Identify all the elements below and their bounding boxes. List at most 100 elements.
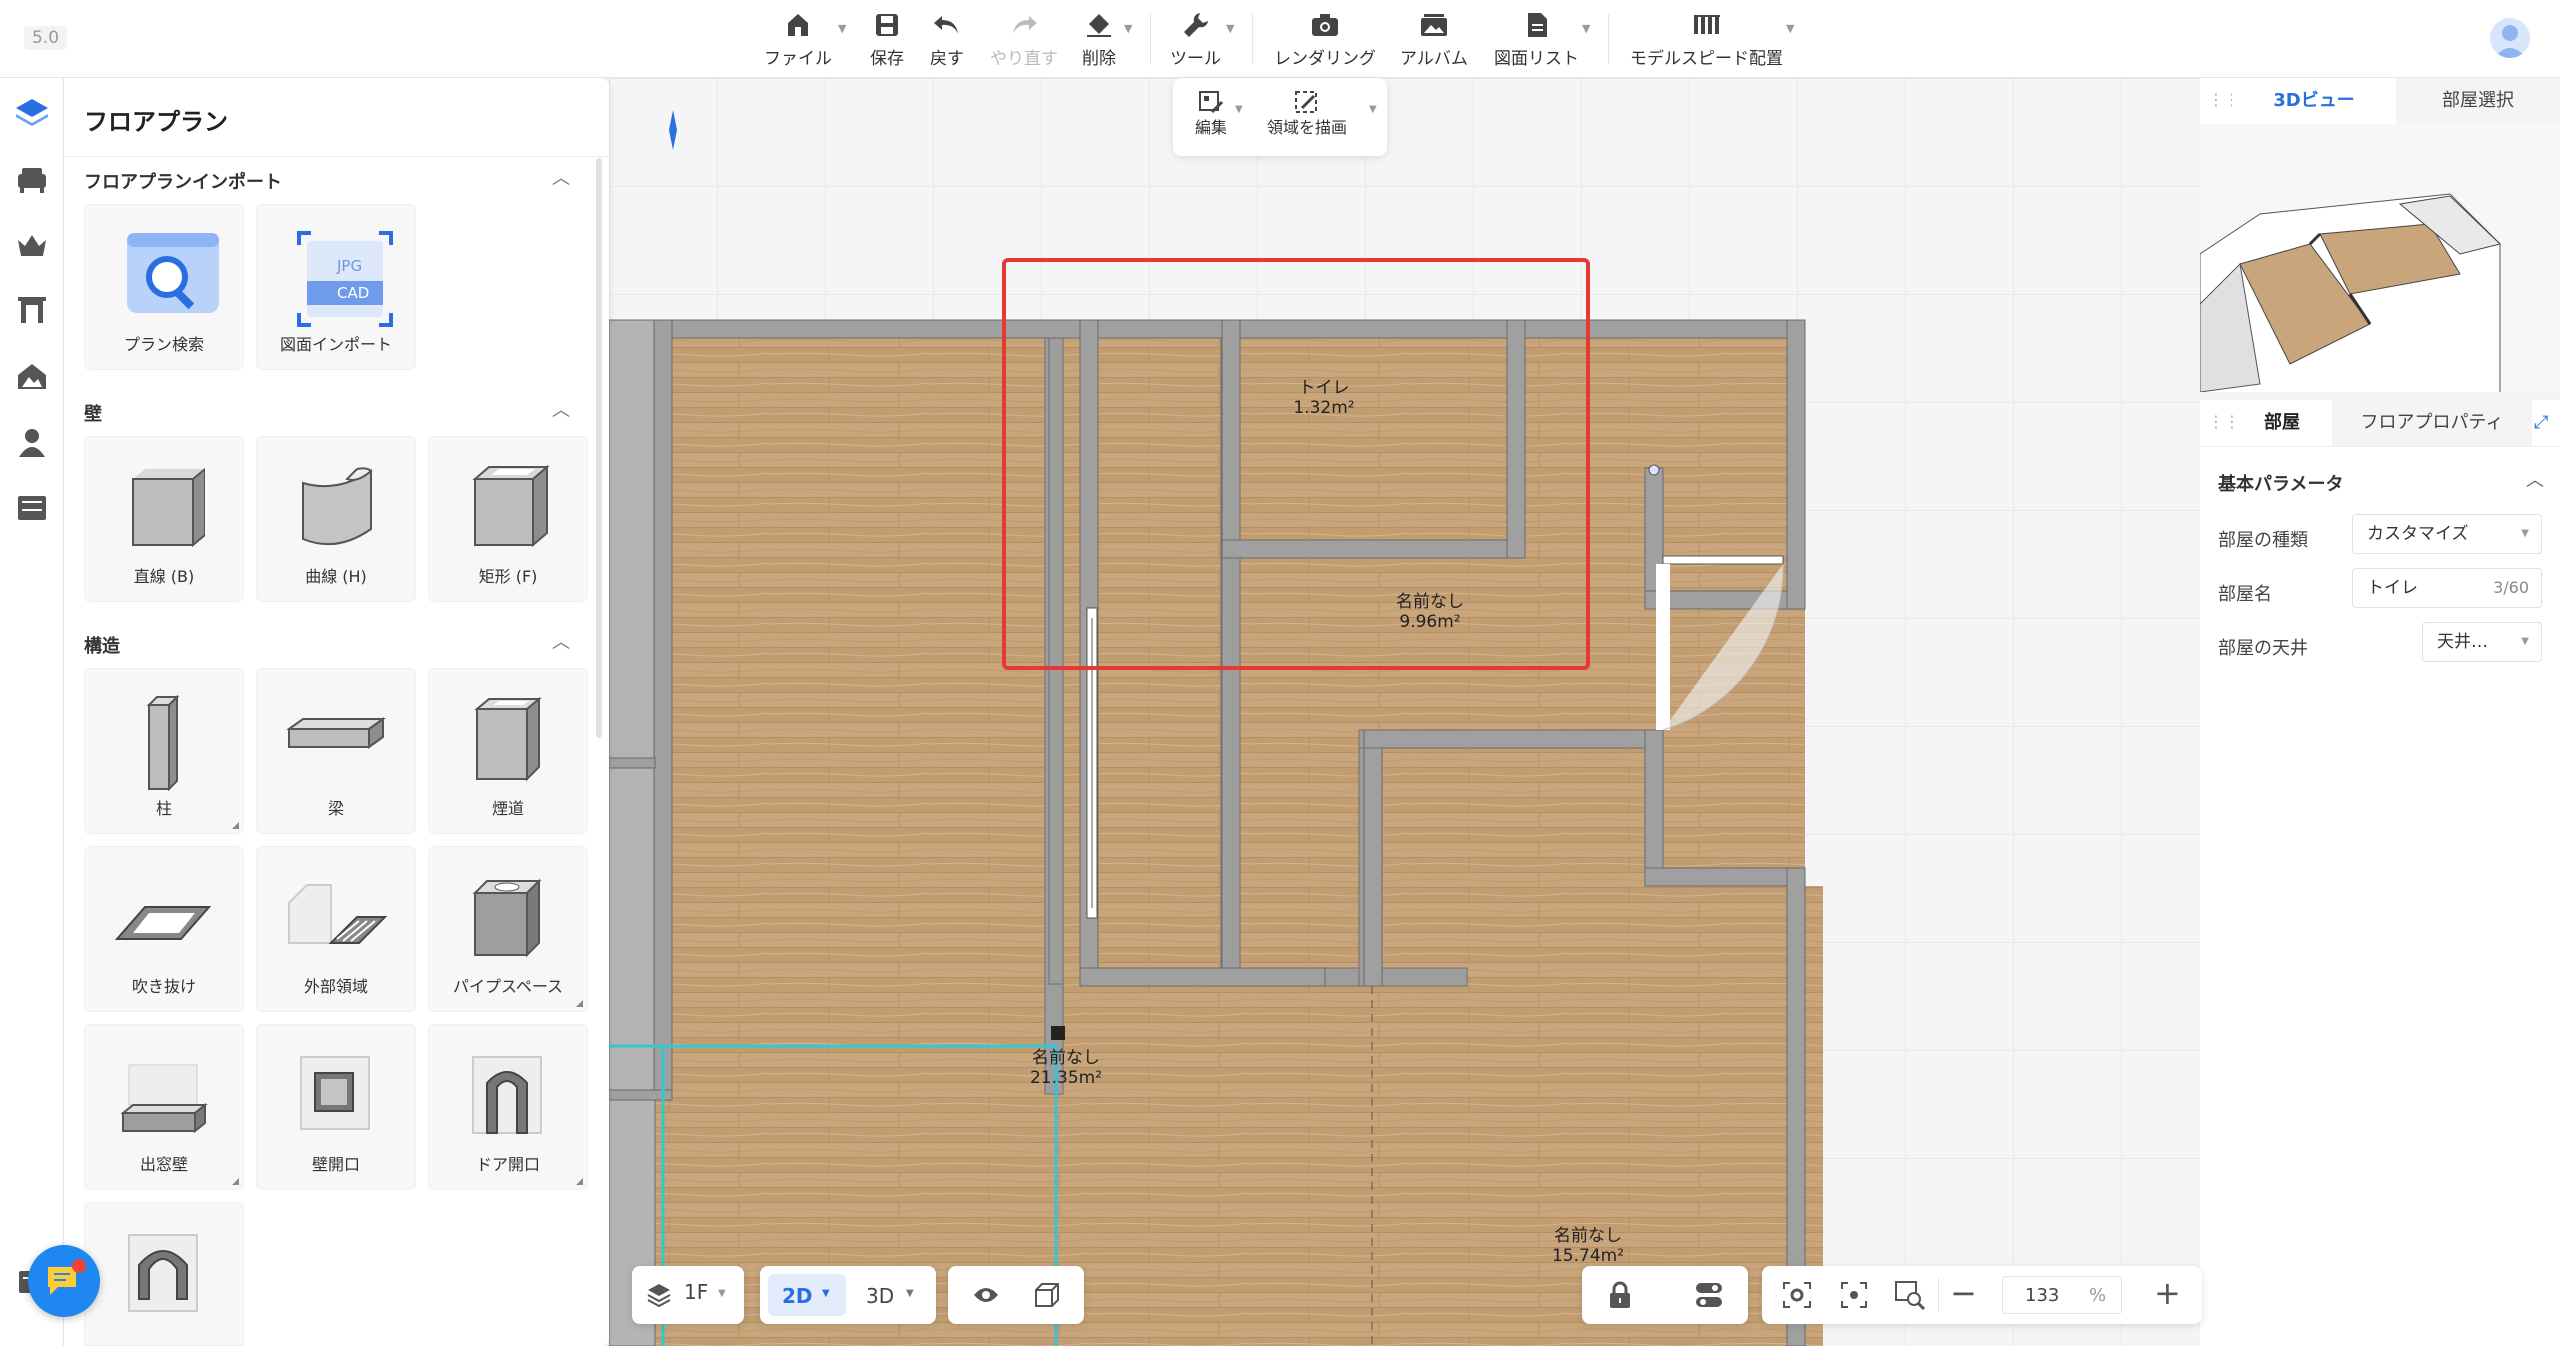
tools-button[interactable]: ツール — [1170, 10, 1221, 70]
cad-badge: CAD — [337, 284, 369, 302]
floorplan-canvas[interactable]: トイレ 1.32m² 名前なし 9.96m² 名前なし 21.35m² 名前なし 15.… — [609, 78, 2200, 1346]
tab-floor-properties[interactable]: フロアプロパティ — [2332, 400, 2532, 446]
drawing-import-card[interactable]: JPG CAD 図面インポート — [256, 204, 416, 370]
zoom-controls: − 133 % + — [1762, 1266, 2202, 1324]
mode-3d-button[interactable]: 3D ▼ — [852, 1274, 930, 1316]
wall-set — [609, 110, 1806, 1346]
wall-rectangle-card[interactable]: 矩形 (F) — [428, 436, 588, 602]
person-category-icon[interactable] — [14, 424, 50, 460]
left-category-rail — [0, 78, 64, 1346]
room-label-unnamed-2[interactable]: 名前なし 21.35m² — [991, 1048, 1141, 1088]
render-button[interactable]: レンダリング — [1274, 10, 1376, 70]
right-panel: ⋮⋮ 3Dビュー 部屋選択 ⋮⋮ 部屋 フロアプロパティ ⤢ 基本パラメータ ︿… — [2200, 78, 2560, 1346]
plan-search-icon — [127, 233, 219, 313]
display-controls — [948, 1266, 1084, 1324]
toggle-settings-icon[interactable] — [1694, 1281, 1724, 1309]
furniture-category-icon[interactable] — [14, 162, 50, 198]
room-name-input[interactable]: トイレ 3/60 — [2352, 568, 2542, 608]
divider — [2200, 446, 2560, 447]
zoom-input[interactable]: 133 % — [2002, 1276, 2122, 1314]
room-label-toilet[interactable]: トイレ 1.32m² — [1249, 378, 1399, 418]
file-button[interactable]: ファイル — [764, 10, 832, 70]
drawings-list-button[interactable]: 図面リスト — [1494, 10, 1579, 70]
wall-curved-card[interactable]: 曲線 (H) — [256, 436, 416, 602]
door-leaf[interactable] — [1662, 555, 1784, 565]
column-card[interactable]: 柱 — [84, 668, 244, 834]
draw-area-button[interactable]: 領域を描画 — [1267, 90, 1347, 138]
void-card[interactable]: 吹き抜け — [84, 846, 244, 1012]
chevron-down-icon[interactable]: ▼ — [1369, 104, 1377, 115]
chevron-down-icon[interactable]: ▼ — [1582, 22, 1590, 35]
chevron-down-icon[interactable]: ▼ — [1226, 22, 1234, 35]
model-speed-button[interactable]: モデルスピード配置 — [1630, 10, 1783, 70]
wall-opening-card[interactable]: 壁開口 — [256, 1024, 416, 1190]
chevron-up-icon[interactable]: ︿ — [552, 164, 570, 190]
chevron-up-icon[interactable]: ︿ — [552, 628, 570, 654]
album-button[interactable]: アルバム — [1400, 10, 1468, 70]
compass-icon[interactable] — [669, 110, 677, 150]
lock-icon[interactable] — [1608, 1281, 1632, 1309]
model-layout-icon — [1692, 10, 1722, 40]
view-mode-toggle: 2D ▼ 3D ▼ — [760, 1266, 936, 1324]
panel-title: フロアプラン — [84, 108, 228, 136]
beam-card[interactable]: 梁 — [256, 668, 416, 834]
chat-support-button[interactable] — [28, 1245, 100, 1317]
zoom-fit-icon[interactable] — [1894, 1280, 1926, 1310]
cabinet-category-icon[interactable] — [14, 490, 50, 526]
void-icon — [115, 906, 212, 940]
mode-2d-button[interactable]: 2D ▼ — [768, 1274, 846, 1316]
chevron-down-icon[interactable]: ▼ — [838, 22, 846, 35]
exterior-area-card[interactable]: 外部領域 — [256, 846, 416, 1012]
premium-crown-icon[interactable] — [14, 228, 50, 264]
zoom-out-button[interactable]: − — [1950, 1274, 1977, 1312]
room-ceiling-label: 部屋の天井 — [2218, 638, 2308, 659]
zoom-in-button[interactable]: + — [2154, 1274, 2181, 1312]
room-label-unnamed-1[interactable]: 名前なし 9.96m² — [1355, 592, 1505, 632]
more-options-indicator — [576, 1000, 583, 1007]
floor-selector[interactable]: 1F ▼ — [632, 1266, 744, 1324]
tab-room-select[interactable]: 部屋選択 — [2396, 78, 2560, 124]
expand-icon[interactable]: ⤢ — [2534, 412, 2548, 433]
tab-room[interactable]: 部屋 — [2232, 400, 2332, 446]
focus-icon[interactable] — [1840, 1281, 1868, 1309]
room-vertex-handle[interactable] — [1051, 1026, 1065, 1040]
version-badge: 5.0 — [24, 26, 68, 50]
chevron-down-icon[interactable]: ▼ — [1124, 22, 1132, 35]
fit-settings-icon[interactable] — [1782, 1281, 1812, 1309]
wall-handle[interactable] — [1648, 464, 1660, 476]
door-opening-card[interactable]: ドア開口 — [428, 1024, 588, 1190]
chevron-down-icon: ▼ — [2521, 528, 2529, 539]
undo-button[interactable]: 戻す — [930, 10, 964, 70]
chevron-up-icon[interactable]: ︿ — [2526, 466, 2544, 492]
eye-icon[interactable] — [972, 1285, 1000, 1305]
section-walls-header: 壁 — [84, 404, 102, 425]
bay-window-wall-card[interactable]: 出窓壁 — [84, 1024, 244, 1190]
door-window-category-icon[interactable] — [14, 292, 50, 328]
plan-search-card[interactable]: プラン検索 — [84, 204, 244, 370]
divider — [64, 156, 609, 157]
edit-button[interactable]: 編集 — [1195, 90, 1227, 138]
flue-card[interactable]: 煙道 — [428, 668, 588, 834]
save-button[interactable]: 保存 — [870, 10, 904, 70]
3d-preview[interactable] — [2200, 124, 2560, 392]
room-type-label: 部屋の種類 — [2218, 530, 2308, 551]
room-type-select[interactable]: カスタマイズ ▼ — [2352, 514, 2542, 554]
delete-button[interactable]: 削除 — [1082, 10, 1116, 70]
wall-straight-card[interactable]: 直線 (B) — [84, 436, 244, 602]
redo-button[interactable]: やり直す — [990, 10, 1058, 70]
room-ceiling-select[interactable]: 天井… ▼ — [2422, 622, 2542, 662]
notification-dot — [72, 1259, 86, 1273]
arch-opening-card[interactable] — [84, 1202, 244, 1346]
chevron-down-icon[interactable]: ▼ — [1235, 104, 1243, 115]
floorplan-category-icon[interactable] — [14, 94, 50, 130]
panel-scrollbar[interactable] — [596, 158, 602, 738]
tab-3d-view[interactable]: 3Dビュー — [2232, 78, 2396, 124]
cube-view-icon[interactable] — [1032, 1282, 1060, 1308]
chevron-up-icon[interactable]: ︿ — [552, 396, 570, 422]
user-avatar[interactable] — [2490, 18, 2530, 58]
terrain-category-icon[interactable] — [14, 358, 50, 394]
pipe-space-card[interactable]: パイプスペース — [428, 846, 588, 1012]
curved-wall-icon — [302, 467, 373, 546]
chevron-down-icon[interactable]: ▼ — [1786, 22, 1794, 35]
room-label-unnamed-3[interactable]: 名前なし 15.74m² — [1513, 1226, 1663, 1266]
